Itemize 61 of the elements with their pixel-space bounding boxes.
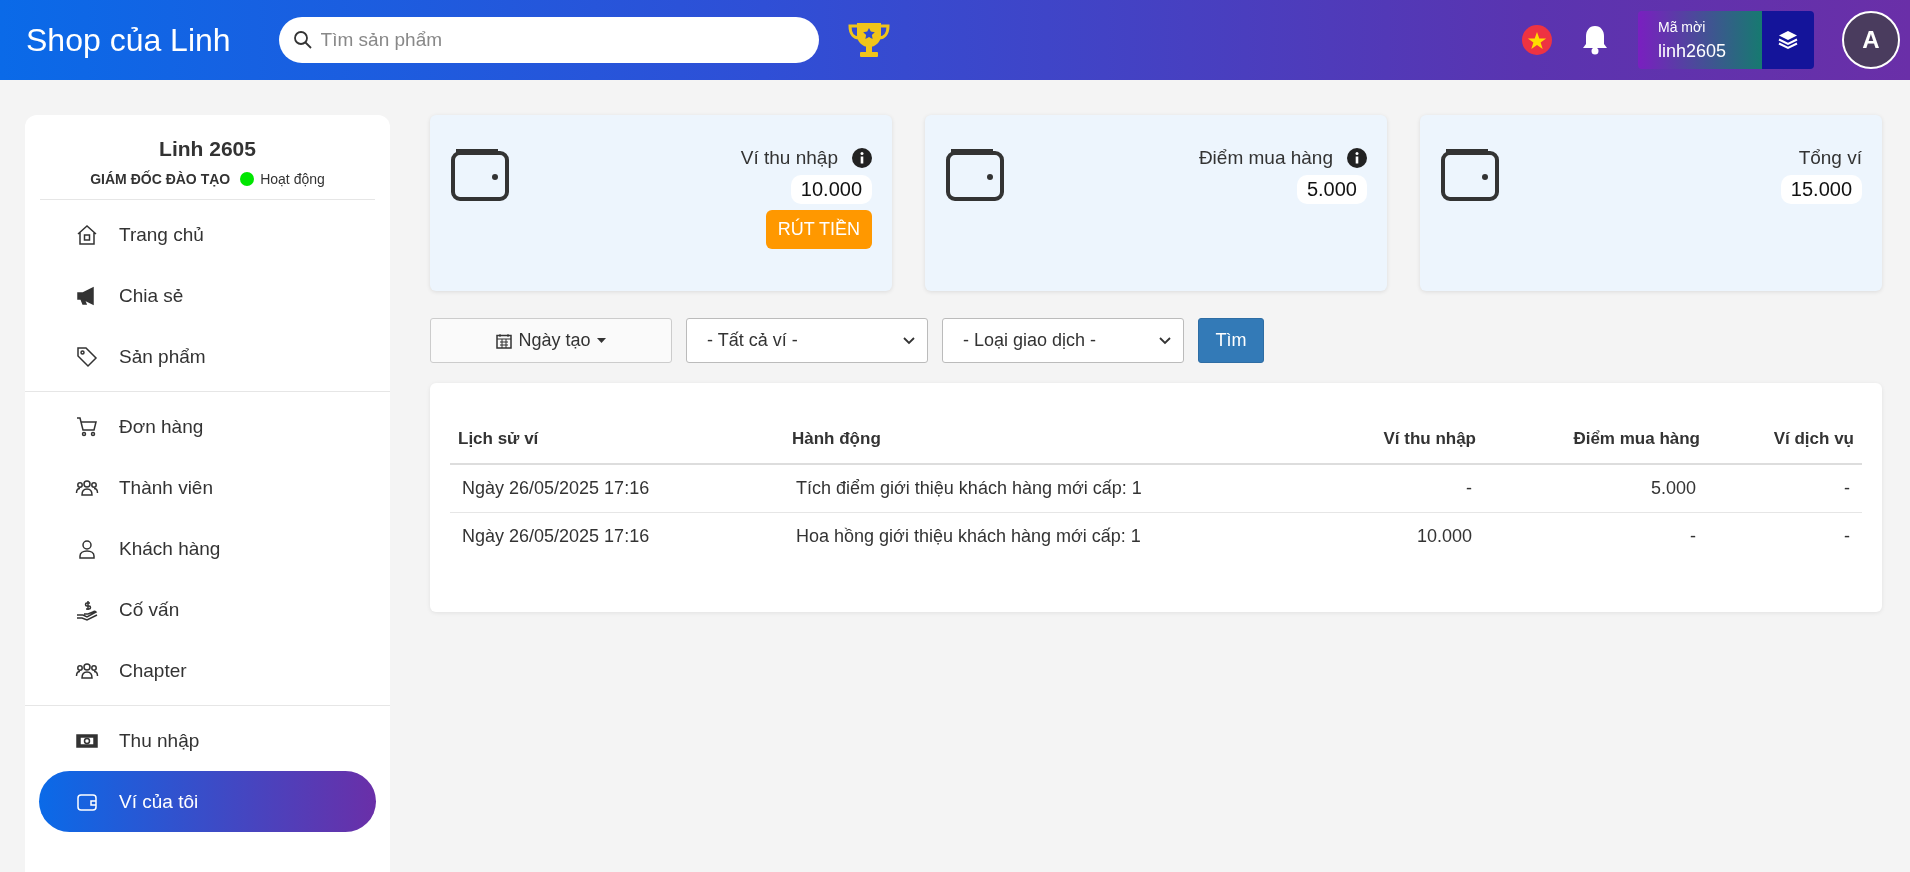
wallet-icon (450, 147, 512, 203)
cart-icon (75, 414, 99, 439)
sidebar-item[interactable]: Khách hàng (39, 518, 376, 579)
sidebar-item[interactable]: Đơn hàng (39, 396, 376, 457)
status-text: Hoạt động (260, 171, 325, 187)
info-icon[interactable] (1347, 148, 1367, 168)
user-name: Linh 2605 (158, 137, 257, 161)
layers-icon (1777, 29, 1799, 51)
column-header: Ví dịch vụ (1708, 419, 1862, 464)
chevron-down-icon (903, 336, 915, 345)
wallet-icon (1440, 147, 1502, 203)
table-cell: Tích điểm giới thiệu khách hàng mới cấp: 1 (784, 464, 1310, 513)
trophy-icon[interactable] (846, 20, 891, 60)
column-header: Ví thu nhập (1310, 419, 1484, 464)
column-header: Điểm mua hàng (1484, 419, 1708, 464)
sidebar-item[interactable]: Cố vấn (39, 579, 376, 640)
transaction-type-select[interactable]: - Loại giao dịch - (942, 318, 1184, 363)
notification-bell-icon[interactable] (1580, 24, 1610, 56)
wallet-select[interactable]: - Tất cả ví - (686, 318, 928, 363)
table-cell: Hoa hồng giới thiệu khách hàng mới cấp: 1 (784, 512, 1310, 560)
sidebar-item[interactable]: Thành viên (39, 457, 376, 518)
status-dot (240, 172, 255, 186)
column-header: Hành động (784, 419, 1310, 464)
wallet-title: Điểm mua hàng (1198, 147, 1333, 169)
table-cell: Ngày 26/05/2025 17:16 (450, 512, 784, 560)
sidebar-item[interactable]: Chapter (39, 640, 376, 701)
wallet-amount: 10.000 (790, 175, 872, 204)
tag-icon (75, 344, 99, 369)
table-cell: - (1708, 464, 1862, 513)
sidebar-item[interactable]: Chia sẻ (39, 265, 376, 326)
info-icon[interactable] (852, 148, 872, 168)
search-button[interactable]: Tìm (1198, 318, 1264, 363)
wallet-amount: 15.000 (1780, 175, 1862, 204)
table-cell: 5.000 (1484, 464, 1708, 513)
chevron-down-icon (1159, 336, 1171, 345)
table-cell: Ngày 26/05/2025 17:16 (450, 464, 784, 513)
table-cell: 10.000 (1310, 512, 1484, 560)
invite-code: linh2605 (1658, 40, 1728, 62)
user-role: GIÁM ĐỐC ĐÀO TẠO (90, 171, 231, 187)
wallet-title: Ví thu nhập (740, 147, 838, 169)
sidebar-item[interactable]: Trang chủ (39, 204, 376, 265)
date-filter-button[interactable]: Ngày tạo (430, 318, 672, 363)
invite-label: Mã mời (1658, 18, 1707, 35)
wallet-icon (945, 147, 1007, 203)
sidebar-item[interactable]: Thu nhập (39, 710, 376, 771)
home-icon (75, 222, 99, 247)
shop-title[interactable]: Shop của Linh (26, 21, 231, 59)
caret-icon (596, 338, 606, 343)
sidebar-item[interactable]: Ví của tôi (39, 771, 376, 832)
sidebar-item[interactable]: Sản phẩm (39, 326, 376, 387)
table-cell: - (1708, 512, 1862, 560)
layers-button[interactable] (1762, 11, 1814, 69)
table-cell: - (1310, 464, 1484, 513)
user-avatar[interactable]: A (1842, 11, 1900, 69)
wallet-amount: 5.000 (1296, 175, 1367, 204)
calendar-icon (496, 332, 513, 349)
vietnam-flag-icon[interactable] (1522, 25, 1552, 55)
search-field[interactable]: Tìm sản phẩm (278, 17, 819, 63)
column-header: Lịch sử ví (450, 419, 784, 464)
wallet-title: Tổng ví (1798, 147, 1862, 169)
table-cell: - (1484, 512, 1708, 560)
